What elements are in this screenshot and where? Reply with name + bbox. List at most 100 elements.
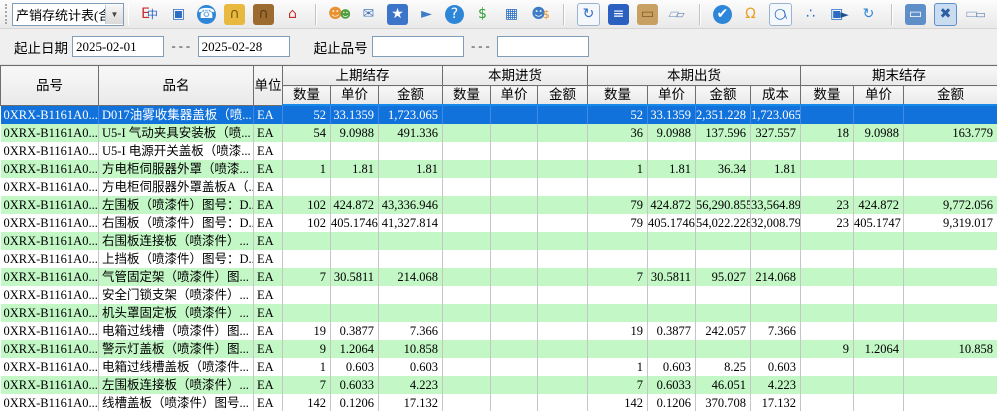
table-row[interactable]: 0XRX-B1161A0...气管固定架（喷漆件）图...EA730.58112…: [1, 268, 997, 286]
computer-icon[interactable]: ▣: [168, 4, 189, 25]
cell-value: [904, 358, 997, 376]
cell-name: 上挡板（喷漆件）图号：D...: [99, 250, 254, 268]
mail-icon[interactable]: ✉: [358, 4, 379, 25]
cell-value: [904, 178, 997, 196]
users-icon[interactable]: ☻☻: [329, 4, 350, 25]
ok-icon[interactable]: ✔: [713, 5, 732, 24]
briefcase-icon[interactable]: ∩: [253, 4, 274, 25]
home-icon[interactable]: ⌂: [282, 4, 303, 25]
cell-code: 0XRX-B1161A0...: [1, 160, 99, 178]
toolbar-grip[interactable]: [5, 4, 7, 24]
cell-value: 137.596: [696, 124, 751, 142]
chevron-down-icon[interactable]: ▼: [105, 5, 123, 24]
col-header-unit[interactable]: 单位: [254, 66, 283, 106]
table-row[interactable]: 0XRX-B1161A0...电箱过线槽（喷漆件）图...EA190.38777…: [1, 322, 997, 340]
toolbar-icons: E中▣☎∩∩⌂☻☻✉★►?$▦☻$↻≡▭▱▱✔Ω○\∴▣►↻▭✖▭▭►▮: [139, 3, 997, 26]
cell-value: 52: [283, 105, 331, 124]
cell-value: 33.1359: [648, 105, 696, 124]
table-row[interactable]: 0XRX-B1161A0...U5-I 气动夹具安装板（喷...EA549.09…: [1, 124, 997, 142]
cell-value: 1.81: [648, 160, 696, 178]
cell-value: [443, 358, 491, 376]
table-row[interactable]: 0XRX-B1161A0...线槽盖板（喷漆件）图号...EA1420.1206…: [1, 394, 997, 411]
table-row[interactable]: 0XRX-B1161A0...U5-I 电源开关盖板（喷漆...EA: [1, 142, 997, 160]
cell-value: 79: [588, 196, 648, 214]
col-header-in-qty[interactable]: 数量: [443, 86, 491, 106]
bell-icon[interactable]: Ω: [740, 4, 761, 25]
toolbar-separator: [563, 4, 565, 25]
report-refresh-icon[interactable]: ↻: [577, 3, 600, 26]
cell-value: 9,319.017: [904, 214, 997, 232]
cell-value: 1: [283, 358, 331, 376]
sitemap-icon[interactable]: ∴: [800, 4, 821, 25]
table-row[interactable]: 0XRX-B1161A0...机头罩固定板（喷漆件）...EA: [1, 304, 997, 322]
cell-value: 142: [283, 394, 331, 411]
col-header-prev-qty[interactable]: 数量: [283, 86, 331, 106]
notebook-star-icon[interactable]: ★: [387, 4, 408, 25]
col-header-prev-price[interactable]: 单价: [331, 86, 379, 106]
table-row[interactable]: 0XRX-B1161A0...上挡板（喷漆件）图号：D...EA: [1, 250, 997, 268]
dollar-icon[interactable]: $: [472, 4, 493, 25]
table-row[interactable]: 0XRX-B1161A0...警示灯盖板（喷漆件）图...EA91.206410…: [1, 340, 997, 358]
cell-value: [379, 232, 443, 250]
help-icon[interactable]: ?: [445, 5, 464, 24]
item-to-input[interactable]: [497, 36, 589, 57]
phone-icon[interactable]: ☎: [197, 5, 216, 24]
cell-value: [696, 250, 751, 268]
language-switch-icon[interactable]: E中: [139, 4, 160, 25]
date-from-input[interactable]: [72, 36, 164, 57]
cell-value: [696, 142, 751, 160]
cell-value: [491, 178, 538, 196]
window-icon[interactable]: ▭: [905, 4, 926, 25]
col-header-end-price[interactable]: 单价: [854, 86, 904, 106]
screen-cursor-icon[interactable]: ▣►: [829, 4, 850, 25]
cell-name: 右围板（喷漆件）图号：D...: [99, 214, 254, 232]
col-header-code[interactable]: 品号: [1, 66, 99, 106]
col-header-end-qty[interactable]: 数量: [801, 86, 854, 106]
group-header-period-shipments[interactable]: 本期出货: [588, 66, 801, 86]
col-header-out-cost[interactable]: 成本: [751, 86, 801, 106]
col-header-name[interactable]: 品名: [99, 66, 254, 106]
pushpin-icon[interactable]: ►: [416, 4, 437, 25]
lock-key-icon[interactable]: ∩: [224, 4, 245, 25]
col-header-out-qty[interactable]: 数量: [588, 86, 648, 106]
table-row[interactable]: 0XRX-B1161A0...左围板（喷漆件）图号：D...EA102424.8…: [1, 196, 997, 214]
table-row[interactable]: 0XRX-B1161A0...D017油雾收集器盖板（喷...EA5233.13…: [1, 105, 997, 124]
group-header-period-purchases[interactable]: 本期进货: [443, 66, 588, 86]
item-from-input[interactable]: [372, 36, 464, 57]
cell-value: [904, 322, 997, 340]
table-row[interactable]: 0XRX-B1161A0...左围板连接板（喷漆件）...EA70.60334.…: [1, 376, 997, 394]
report-icon[interactable]: ≡: [608, 4, 629, 25]
cell-value: [331, 304, 379, 322]
preview-icon[interactable]: ○\: [769, 3, 792, 26]
col-header-prev-amount[interactable]: 金额: [379, 86, 443, 106]
cell-value: [751, 286, 801, 304]
group-header-prev-balance[interactable]: 上期结存: [283, 66, 443, 86]
col-header-in-price[interactable]: 单价: [491, 86, 538, 106]
table-row[interactable]: 0XRX-B1161A0...右围板（喷漆件）图号：D...EA102405.1…: [1, 214, 997, 232]
cell-value: [443, 376, 491, 394]
col-header-out-price[interactable]: 单价: [648, 86, 696, 106]
refresh-icon[interactable]: ↻: [858, 4, 879, 25]
report-type-select[interactable]: 产销存统计表(含 ▼: [12, 3, 124, 26]
close-icon[interactable]: ✖: [934, 3, 957, 26]
cart-icon[interactable]: ▦: [501, 4, 522, 25]
cell-name: 左围板（喷漆件）图号：D...: [99, 196, 254, 214]
table-row[interactable]: 0XRX-B1161A0...方电柜伺服器外罩盖板A（...EA: [1, 178, 997, 196]
col-header-out-amount[interactable]: 金额: [696, 86, 751, 106]
copy-icon[interactable]: ▱▱: [666, 4, 687, 25]
table-row[interactable]: 0XRX-B1161A0...方电柜伺服器外罩（喷漆...EA11.811.81…: [1, 160, 997, 178]
cell-value: 95.027: [696, 268, 751, 286]
cell-value: 424.872: [648, 196, 696, 214]
item-range-label: 起止品号: [314, 37, 368, 57]
cell-value: [801, 142, 854, 160]
archive-box-icon[interactable]: ▭: [637, 4, 658, 25]
col-header-in-amount[interactable]: 金额: [538, 86, 588, 106]
table-row[interactable]: 0XRX-B1161A0...安全门锁支架（喷漆件）...EA: [1, 286, 997, 304]
col-header-end-amount[interactable]: 金额: [904, 86, 997, 106]
user-dollar-icon[interactable]: ☻$: [530, 4, 551, 25]
group-header-ending-balance[interactable]: 期末结存: [801, 66, 997, 86]
date-to-input[interactable]: [198, 36, 290, 57]
table-row[interactable]: 0XRX-B1161A0...右围板连接板（喷漆件）...EA: [1, 232, 997, 250]
table-row[interactable]: 0XRX-B1161A0...电箱过线槽盖板（喷漆件...EA10.6030.6…: [1, 358, 997, 376]
cascade-windows-icon[interactable]: ▭▭: [965, 4, 986, 25]
